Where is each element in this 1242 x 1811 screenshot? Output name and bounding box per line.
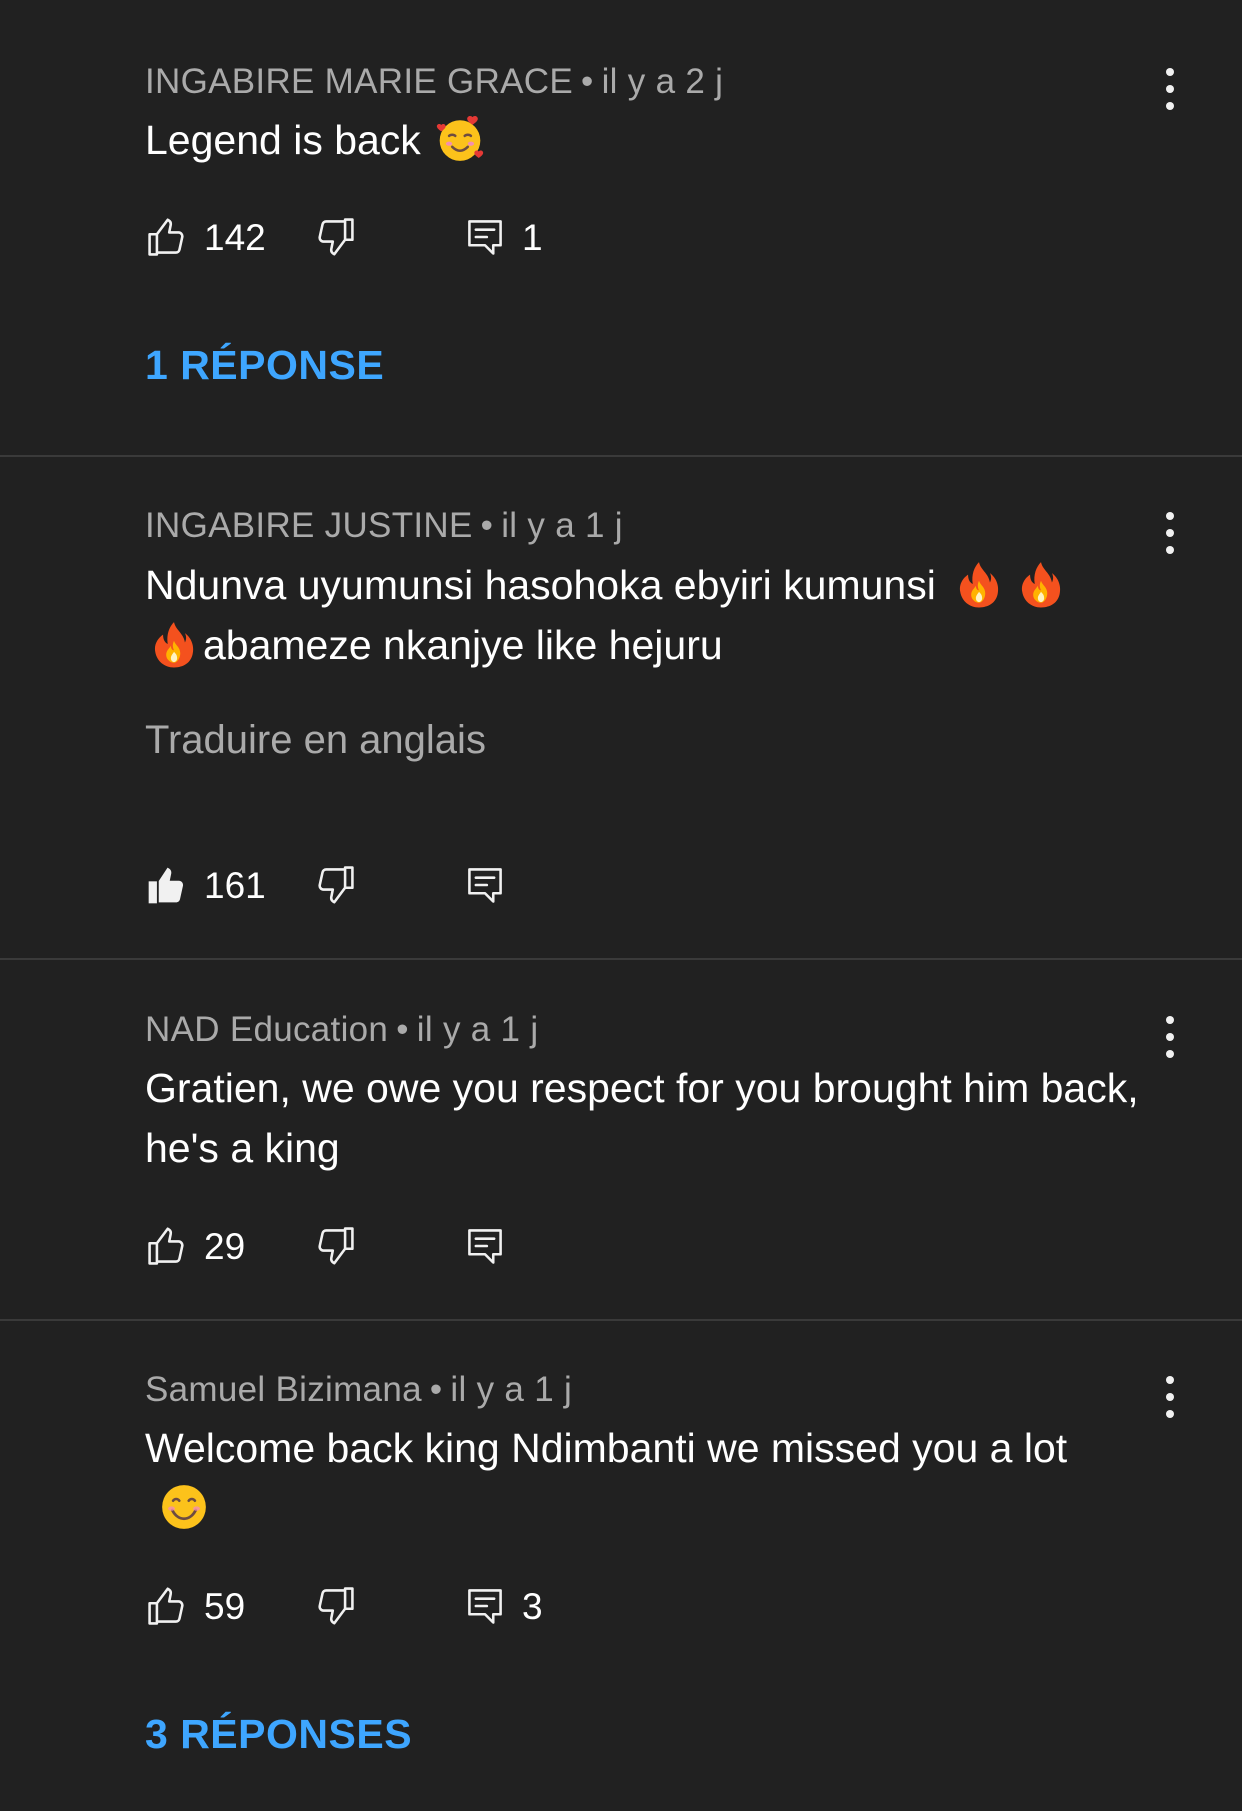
comment-meta: INGABIRE JUSTINE • il y a 1 j	[145, 506, 623, 546]
comment-author[interactable]: Samuel Bizimana	[145, 1370, 422, 1409]
comment-text: Gratien, we owe you respect for you brou…	[145, 1065, 1139, 1171]
reply-icon[interactable]	[463, 863, 507, 907]
reply-icon[interactable]	[463, 1224, 507, 1268]
comment-text: Legend is back	[145, 110, 1145, 170]
like-icon[interactable]	[145, 215, 189, 259]
comment-text-content: Legend is back	[145, 117, 421, 163]
dislike-icon[interactable]	[313, 1584, 357, 1628]
comment-author[interactable]: NAD Education	[145, 1010, 388, 1049]
comment-divider	[0, 1319, 1242, 1321]
reply-count: 3	[522, 1586, 543, 1627]
comment-time: il y a 2 j	[601, 62, 724, 101]
comment-time: il y a 1 j	[501, 506, 623, 545]
comment-actions: 29	[145, 1224, 745, 1274]
fire-emoji-icon	[1016, 559, 1066, 609]
comment-divider	[0, 455, 1242, 457]
comment-author[interactable]: INGABIRE MARIE GRACE	[145, 62, 573, 101]
like-icon[interactable]	[145, 1584, 189, 1628]
meta-separator: •	[396, 1010, 409, 1049]
comment-author[interactable]: INGABIRE JUSTINE	[145, 506, 473, 545]
comment-text-line1: Ndunva uyumunsi hasohoka ebyiri kumunsi	[145, 562, 936, 608]
like-count: 59	[204, 1586, 246, 1627]
meta-separator: •	[429, 1370, 443, 1409]
comment-text: Welcome back king Ndimbanti we missed yo…	[145, 1418, 1135, 1538]
comment-time: il y a 1 j	[416, 1010, 539, 1049]
reply-icon[interactable]	[463, 215, 507, 259]
smiling-face-emoji-icon	[159, 1482, 209, 1532]
comment-text-content: Welcome back king Ndimbanti we missed yo…	[145, 1425, 1068, 1471]
comment-meta: Samuel Bizimana • il y a 1 j	[145, 1370, 572, 1410]
comment-divider	[0, 958, 1242, 960]
dislike-icon[interactable]	[313, 1224, 357, 1268]
meta-separator: •	[480, 506, 494, 545]
more-options-button[interactable]	[1150, 64, 1190, 114]
comment-time: il y a 1 j	[450, 1370, 573, 1409]
dislike-icon[interactable]	[313, 215, 357, 259]
comment-actions: 161	[145, 863, 745, 913]
view-replies-link[interactable]: 3 RÉPONSES	[145, 1711, 412, 1758]
like-filled-icon[interactable]	[145, 863, 189, 907]
like-count: 29	[204, 1226, 246, 1267]
dislike-icon[interactable]	[313, 863, 357, 907]
meta-separator: •	[581, 62, 594, 101]
comment-text-line2: abameze nkanjye like hejuru	[203, 622, 723, 668]
like-count: 161	[204, 865, 266, 906]
fire-emoji-icon	[954, 559, 1004, 609]
smiling-face-with-hearts-emoji-icon	[435, 114, 485, 164]
like-icon[interactable]	[145, 1224, 189, 1268]
more-options-button[interactable]	[1150, 1012, 1190, 1062]
reply-count: 1	[522, 217, 543, 258]
comment-meta: NAD Education • il y a 1 j	[145, 1010, 538, 1050]
translate-link[interactable]: Traduire en anglais	[145, 718, 486, 763]
fire-emoji-icon	[149, 619, 199, 669]
comment-meta: INGABIRE MARIE GRACE • il y a 2 j	[145, 62, 723, 102]
view-replies-link[interactable]: 1 RÉPONSE	[145, 342, 384, 389]
comment-text: Ndunva uyumunsi hasohoka ebyiri kumunsi a…	[145, 555, 1155, 675]
comment-actions: 142 1	[145, 215, 745, 265]
more-options-button[interactable]	[1150, 1372, 1190, 1422]
comment-actions: 59 3	[145, 1584, 745, 1634]
like-count: 142	[204, 217, 266, 258]
reply-icon[interactable]	[463, 1584, 507, 1628]
more-options-button[interactable]	[1150, 508, 1190, 558]
